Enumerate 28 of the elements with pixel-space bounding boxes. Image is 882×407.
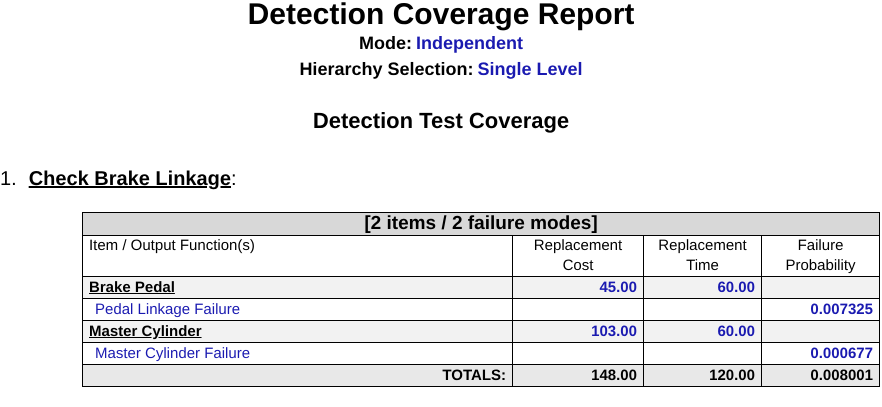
colon: : xyxy=(231,168,237,190)
total-value: 0.008001 xyxy=(810,367,873,384)
setting-value: Independent xyxy=(416,33,523,53)
section-heading: Detection Test Coverage xyxy=(312,108,570,134)
column-header: Item / Output Function(s) xyxy=(82,236,512,276)
total-value: 148.00 xyxy=(591,367,637,384)
item-name: Master Cylinder xyxy=(89,323,202,340)
totals-label: TOTALS: xyxy=(442,367,506,384)
table-cell: 0.007325 xyxy=(810,301,873,318)
setting-label: Hierarchy Selection: xyxy=(299,59,474,79)
total-value: 120.00 xyxy=(709,367,755,384)
column-header: Failure Probability xyxy=(762,236,880,276)
report-title: Detection Coverage Report xyxy=(246,0,636,30)
column-header: Replacement Cost xyxy=(512,236,644,276)
table-caption: [2 items / 2 failure modes] xyxy=(82,212,880,236)
list-number: 1. xyxy=(0,168,17,190)
failure-mode-name: Master Cylinder Failure xyxy=(95,345,250,362)
column-header: Replacement Time xyxy=(644,236,762,276)
table-cell: 45.00 xyxy=(599,279,637,296)
table-cell: 0.000677 xyxy=(810,345,873,362)
failure-mode-name: Pedal Linkage Failure xyxy=(95,301,240,318)
test-name: Check Brake Linkage xyxy=(28,168,232,190)
setting-label: Mode: xyxy=(359,33,412,53)
setting-value: Single Level xyxy=(478,59,583,79)
table-cell: 103.00 xyxy=(591,323,637,340)
table-cell: 60.00 xyxy=(717,279,755,296)
table-cell: 60.00 xyxy=(717,323,755,340)
item-name: Brake Pedal xyxy=(89,279,175,296)
